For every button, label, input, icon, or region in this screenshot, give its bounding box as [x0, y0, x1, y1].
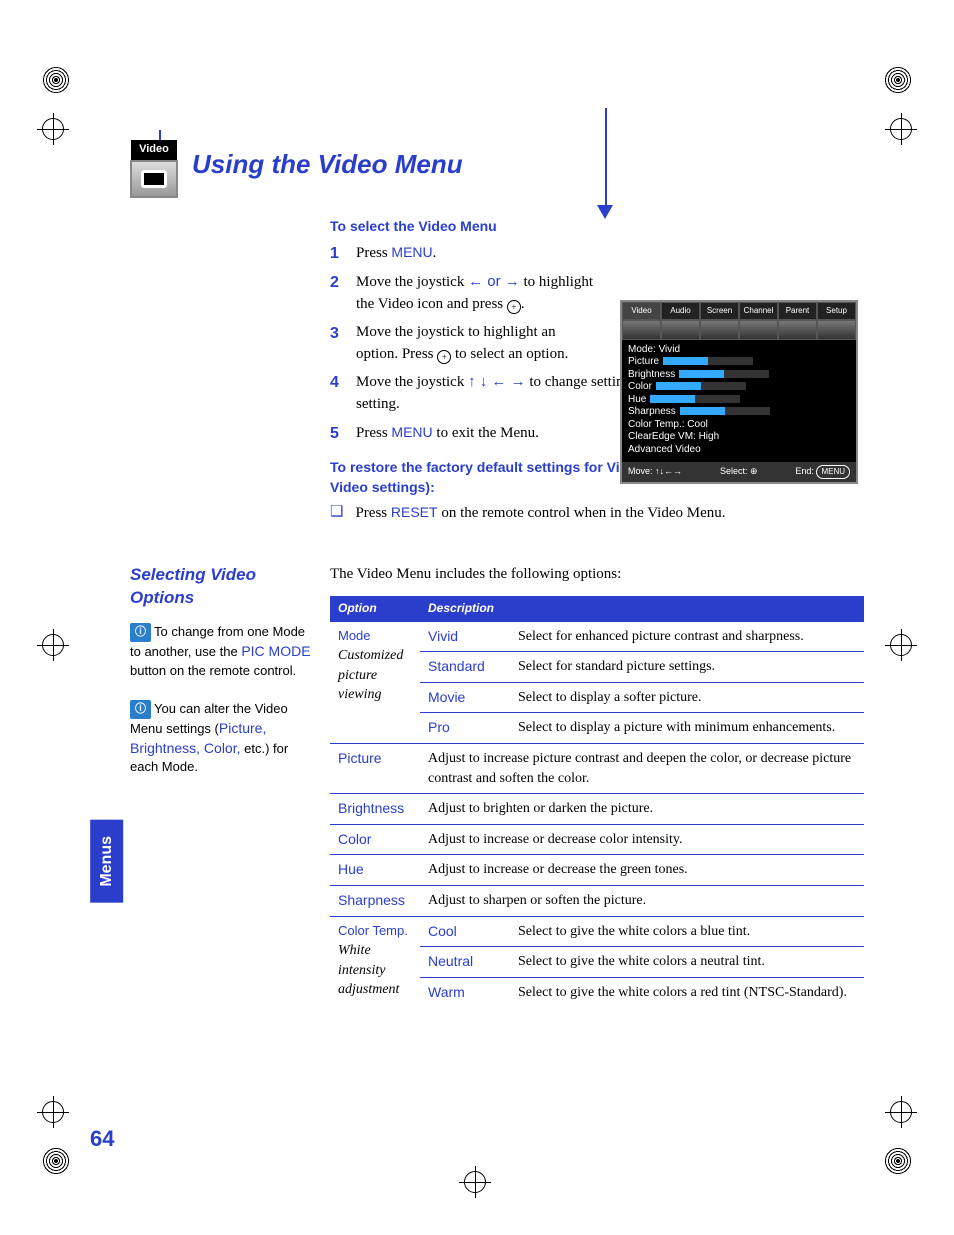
- osd-tab-setup: Setup: [817, 302, 856, 320]
- osd-menu-screenshot: Video Audio Screen Channel Parent Setup …: [620, 300, 858, 484]
- osd-tab-audio: Audio: [661, 302, 700, 320]
- registration-mark: [42, 1101, 64, 1123]
- tip-1: ⓘTo change from one Mode to another, use…: [130, 623, 318, 680]
- registration-mark: [890, 118, 912, 140]
- section-heading: Selecting Video Options: [130, 564, 318, 608]
- spiral-mark: [42, 66, 70, 94]
- page-title: Using the Video Menu: [192, 146, 463, 184]
- table-intro: The Video Menu includes the following op…: [330, 564, 864, 586]
- page-number: 64: [90, 1123, 114, 1155]
- intro-heading: To select the Video Menu: [330, 216, 864, 236]
- select-ring-icon: +: [507, 300, 521, 314]
- tip-2: ⓘYou can alter the Video Menu settings (…: [130, 700, 318, 777]
- tip-icon: ⓘ: [130, 700, 151, 719]
- step-3: 3 Move the joystick to highlight an opti…: [330, 322, 600, 366]
- tip-icon: ⓘ: [130, 623, 151, 642]
- table-row: SharpnessAdjust to sharpen or soften the…: [330, 885, 864, 916]
- spiral-mark: [884, 1147, 912, 1175]
- side-tab-menus: Menus: [90, 820, 123, 903]
- video-section-icon: Video: [130, 140, 178, 198]
- video-icon-label: Video: [131, 140, 177, 160]
- table-row: HueAdjust to increase or decrease the gr…: [330, 855, 864, 886]
- osd-tab-video: Video: [622, 302, 661, 320]
- video-options-table: Option Description ModeCustomized pictur…: [330, 596, 864, 1007]
- spiral-mark: [884, 66, 912, 94]
- table-row: ModeCustomized picture viewing Vivid Sel…: [330, 622, 864, 652]
- osd-tab-parent: Parent: [778, 302, 817, 320]
- osd-tab-screen: Screen: [700, 302, 739, 320]
- registration-mark: [890, 1101, 912, 1123]
- table-row: BrightnessAdjust to brighten or darken t…: [330, 794, 864, 825]
- th-option: Option: [330, 596, 420, 621]
- table-row: PictureAdjust to increase picture contra…: [330, 743, 864, 793]
- restore-bullet: ❏ Press RESET on the remote control when…: [330, 502, 864, 525]
- registration-mark: [42, 118, 64, 140]
- registration-mark: [464, 1171, 486, 1193]
- step-1: 1 Press MENU.: [330, 242, 600, 265]
- osd-tab-channel: Channel: [739, 302, 778, 320]
- registration-mark: [42, 634, 64, 656]
- table-row: Color Temp.White intensity adjustment Co…: [330, 916, 864, 947]
- osd-mode: Mode: Vivid: [628, 344, 850, 357]
- table-row: ColorAdjust to increase or decrease colo…: [330, 824, 864, 855]
- registration-mark: [890, 634, 912, 656]
- spiral-mark: [42, 1147, 70, 1175]
- th-description: Description: [420, 596, 510, 621]
- select-ring-icon: +: [437, 350, 451, 364]
- step-2: 2 Move the joystick ← or → to highlight …: [330, 271, 600, 316]
